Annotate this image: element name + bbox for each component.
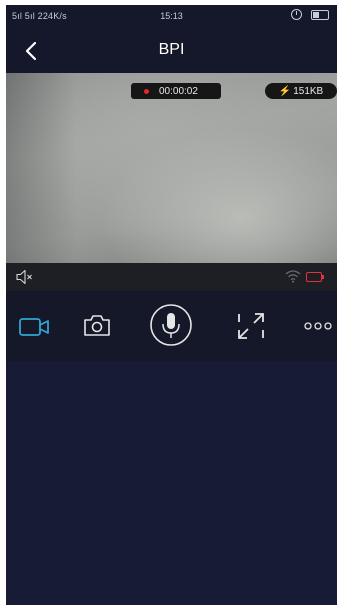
fullscreen-icon[interactable]: [236, 311, 266, 341]
speaker-muted-icon[interactable]: [16, 269, 34, 285]
recording-timer: 00:00:02: [131, 83, 221, 99]
alarm-icon: [291, 9, 302, 20]
battery-low-icon: [306, 272, 324, 282]
wifi-icon: [285, 270, 301, 283]
status-bar: 5ıl 5ıl 224K/s 15:13: [6, 5, 337, 27]
data-size-value: 151KB: [293, 85, 324, 97]
more-icon[interactable]: [304, 321, 332, 331]
bolt-icon: ⚡: [278, 85, 292, 97]
recording-dot-icon: [144, 88, 149, 94]
navigation-bar: BPI: [6, 27, 337, 73]
microphone-icon[interactable]: [149, 303, 193, 347]
status-right-icons: [291, 9, 329, 20]
data-size-badge: ⚡ 151KB: [265, 83, 337, 99]
recording-time: 00:00:02: [159, 85, 198, 97]
video-info-bar: [6, 263, 337, 291]
camera-icon[interactable]: [82, 312, 112, 338]
video-record-icon[interactable]: [18, 316, 50, 338]
video-preview[interactable]: 00:00:02 ⚡ 151KB: [6, 73, 337, 263]
content-area: [6, 361, 337, 605]
battery-icon: [311, 9, 329, 20]
video-frame-shading: [6, 73, 76, 263]
control-bar: [6, 291, 337, 361]
status-time: 15:13: [160, 11, 183, 21]
page-title: BPI: [158, 41, 185, 58]
app-screen: 5ıl 5ıl 224K/s 15:13 BPI 00:00:02 ⚡ 151K…: [6, 5, 337, 605]
